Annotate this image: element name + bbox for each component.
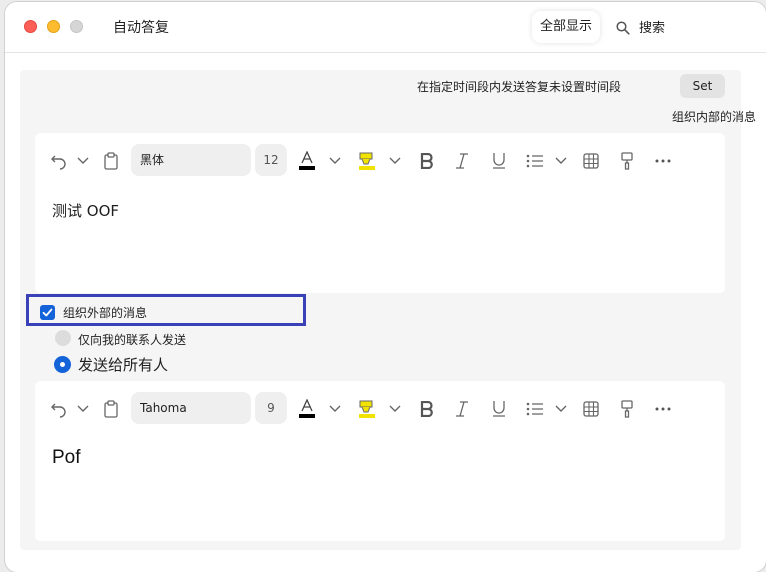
italic-icon[interactable] bbox=[452, 151, 472, 171]
title-bar: 自动答复 全部显示 搜索 bbox=[5, 2, 766, 53]
radio-send-to-all[interactable] bbox=[54, 356, 71, 373]
font-size-select[interactable]: 9 bbox=[255, 392, 287, 424]
radio-contacts-only[interactable] bbox=[55, 330, 71, 346]
chevron-down-icon[interactable] bbox=[385, 399, 405, 419]
more-icon[interactable] bbox=[653, 151, 673, 171]
font-family-select[interactable]: 黑体 bbox=[131, 144, 251, 176]
internal-messages-label: 组织内部的消息 bbox=[672, 110, 757, 124]
clipboard-icon[interactable] bbox=[101, 399, 121, 419]
undo-icon[interactable] bbox=[49, 399, 69, 419]
schedule-text: 在指定时间段内发送答复未设置时间段 bbox=[417, 80, 622, 94]
chevron-down-icon[interactable] bbox=[551, 151, 571, 171]
chevron-down-icon[interactable] bbox=[73, 399, 93, 419]
window-title: 自动答复 bbox=[113, 20, 169, 36]
font-size-select[interactable]: 12 bbox=[255, 144, 287, 176]
font-color-icon[interactable] bbox=[297, 399, 317, 419]
formatting-toolbar: 黑体 12 bbox=[35, 133, 725, 189]
bullet-list-icon[interactable] bbox=[525, 399, 545, 419]
set-time-button[interactable]: Set bbox=[680, 74, 725, 98]
bold-icon[interactable] bbox=[417, 151, 437, 171]
search-field[interactable]: 搜索 bbox=[639, 17, 665, 36]
checkmark-icon bbox=[42, 308, 53, 317]
radio-contacts-only-label[interactable]: 仅向我的联系人发送 bbox=[78, 331, 186, 348]
show-all-button[interactable]: 全部显示 bbox=[532, 11, 601, 43]
undo-icon[interactable] bbox=[49, 151, 69, 171]
font-family-select[interactable]: Tahoma bbox=[131, 392, 251, 424]
zoom-window-button[interactable] bbox=[70, 20, 83, 33]
underline-icon[interactable] bbox=[489, 151, 509, 171]
internal-reply-body[interactable]: 测试 OOF bbox=[52, 200, 119, 221]
external-messages-label[interactable]: 组织外部的消息 bbox=[63, 304, 147, 321]
formatting-toolbar: Tahoma 9 bbox=[35, 381, 725, 437]
external-reply-body[interactable]: Pof bbox=[52, 447, 81, 469]
close-window-button[interactable] bbox=[24, 20, 37, 33]
format-painter-icon[interactable] bbox=[617, 151, 637, 171]
highlighter-icon[interactable] bbox=[357, 399, 377, 419]
chevron-down-icon[interactable] bbox=[385, 151, 405, 171]
table-icon[interactable] bbox=[581, 151, 601, 171]
bold-icon[interactable] bbox=[417, 399, 437, 419]
external-reply-editor: Tahoma 9 Pof bbox=[35, 381, 725, 541]
minimize-window-button[interactable] bbox=[47, 20, 60, 33]
format-painter-icon[interactable] bbox=[617, 399, 637, 419]
clipboard-icon[interactable] bbox=[101, 151, 121, 171]
font-color-icon[interactable] bbox=[297, 151, 317, 171]
italic-icon[interactable] bbox=[452, 399, 472, 419]
external-messages-checkbox[interactable] bbox=[40, 305, 55, 320]
chevron-down-icon[interactable] bbox=[325, 151, 345, 171]
chevron-down-icon[interactable] bbox=[325, 399, 345, 419]
more-icon[interactable] bbox=[653, 399, 673, 419]
search-icon[interactable] bbox=[616, 20, 630, 35]
bullet-list-icon[interactable] bbox=[525, 151, 545, 171]
underline-icon[interactable] bbox=[489, 399, 509, 419]
chevron-down-icon[interactable] bbox=[551, 399, 571, 419]
internal-reply-editor: 黑体 12 测试 OOF bbox=[35, 133, 725, 293]
highlighter-icon[interactable] bbox=[357, 151, 377, 171]
chevron-down-icon[interactable] bbox=[73, 151, 93, 171]
table-icon[interactable] bbox=[581, 399, 601, 419]
radio-send-to-all-label[interactable]: 发送给所有人 bbox=[78, 354, 168, 375]
